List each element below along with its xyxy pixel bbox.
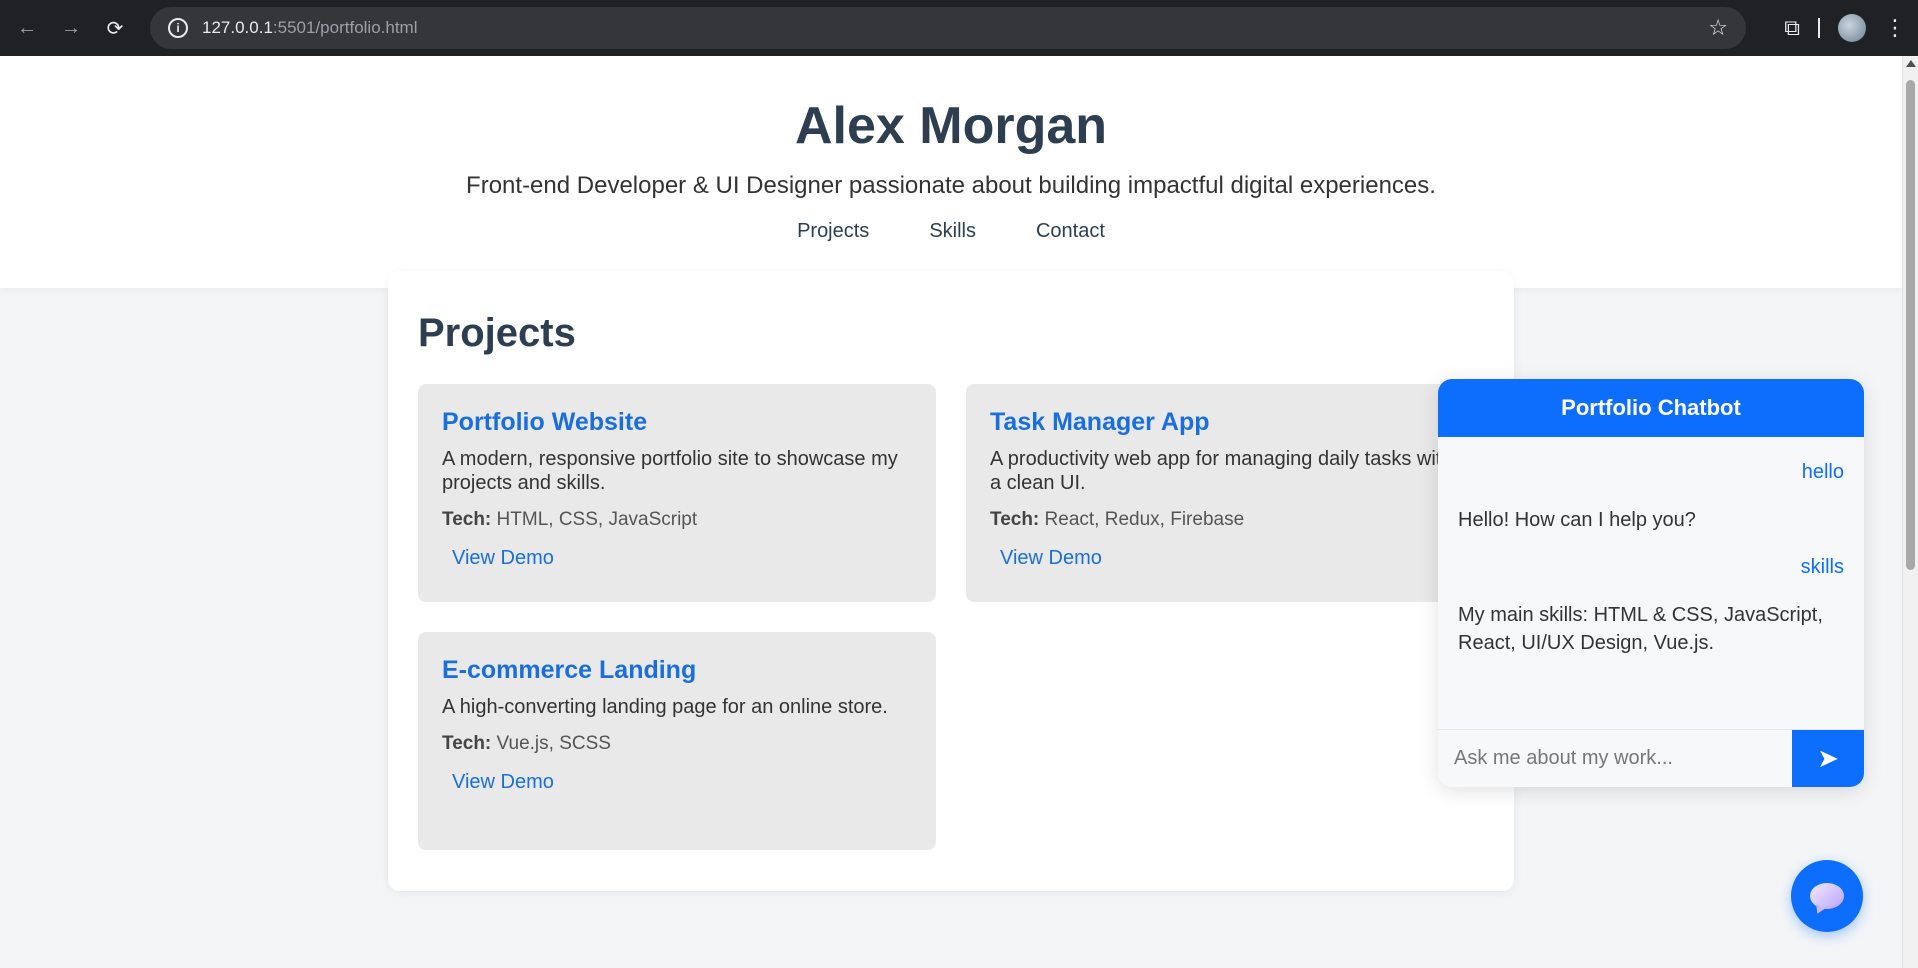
project-description: A productivity web app for managing dail…	[990, 448, 1453, 494]
back-icon[interactable]: ←	[12, 13, 42, 43]
project-title: Portfolio Website	[442, 408, 648, 436]
main-nav: Projects Skills Contact	[0, 220, 1902, 243]
project-tech: Tech: Vue.js, SCSS	[442, 733, 611, 754]
chatbot-title: Portfolio Chatbot	[1438, 379, 1864, 437]
forward-icon[interactable]: →	[56, 13, 86, 43]
project-title: Task Manager App	[990, 408, 1210, 436]
project-card: Portfolio Website A modern, responsive p…	[418, 384, 936, 602]
extensions-icon[interactable]: ⧉	[1784, 15, 1800, 41]
menu-icon[interactable]: ⋮	[1884, 15, 1906, 41]
toolbar-divider	[1818, 18, 1820, 38]
url-text[interactable]: 127.0.0.1:5501/portfolio.html	[202, 18, 418, 38]
view-demo-link[interactable]: View Demo	[1000, 547, 1102, 570]
project-card: Task Manager App A productivity web app …	[966, 384, 1484, 602]
chat-input-row: ➤	[1438, 729, 1864, 787]
project-card: E-commerce Landing A high-converting lan…	[418, 632, 936, 850]
nav-link-projects[interactable]: Projects	[797, 220, 869, 243]
project-description: A high-converting landing page for an on…	[442, 696, 888, 718]
project-description: A modern, responsive portfolio site to s…	[442, 448, 898, 494]
project-title: E-commerce Landing	[442, 656, 697, 684]
chat-bubble-icon	[1810, 883, 1844, 909]
chat-input[interactable]	[1438, 730, 1792, 787]
send-button[interactable]: ➤	[1792, 730, 1864, 787]
chatbot-panel: Portfolio Chatbot hello Hello! How can I…	[1438, 379, 1864, 787]
bookmark-star-icon[interactable]: ☆	[1708, 15, 1728, 41]
view-demo-link[interactable]: View Demo	[452, 547, 554, 570]
project-tech: Tech: React, Redux, Firebase	[990, 509, 1245, 530]
view-demo-link[interactable]: View Demo	[452, 771, 554, 794]
chat-message-user: skills	[1800, 556, 1844, 578]
scroll-up-arrow-icon[interactable]	[1906, 60, 1916, 67]
chat-toggle-button[interactable]	[1791, 860, 1863, 932]
reload-icon[interactable]: ⟳	[100, 13, 130, 43]
address-bar[interactable]: i 127.0.0.1:5501/portfolio.html ☆	[150, 7, 1746, 49]
chat-messages: hello Hello! How can I help you? skills …	[1438, 437, 1864, 729]
chat-message-user: hello	[1801, 461, 1844, 483]
site-name: Alex Morgan	[794, 97, 1108, 155]
chat-message-bot: My main skills: HTML & CSS, JavaScript, …	[1458, 604, 1823, 654]
project-tech: Tech: HTML, CSS, JavaScript	[442, 509, 698, 530]
chat-message-bot: Hello! How can I help you?	[1458, 509, 1696, 531]
profile-avatar[interactable]	[1838, 14, 1866, 42]
project-grid: Portfolio Website A modern, responsive p…	[418, 384, 1484, 850]
nav-link-contact[interactable]: Contact	[1036, 220, 1105, 243]
browser-toolbar: ← → ⟳ i 127.0.0.1:5501/portfolio.html ☆ …	[0, 0, 1918, 56]
site-tagline: Front-end Developer & UI Designer passio…	[466, 172, 1436, 199]
send-icon: ➤	[1817, 743, 1839, 773]
projects-section: Projects Portfolio Website A modern, res…	[388, 271, 1514, 891]
page-scrollbar[interactable]	[1902, 56, 1918, 968]
scroll-thumb[interactable]	[1906, 80, 1915, 570]
site-info-icon[interactable]: i	[168, 18, 188, 38]
section-title: Projects	[418, 311, 576, 355]
nav-link-skills[interactable]: Skills	[929, 220, 976, 243]
site-header: Alex Morgan Front-end Developer & UI Des…	[0, 56, 1902, 288]
